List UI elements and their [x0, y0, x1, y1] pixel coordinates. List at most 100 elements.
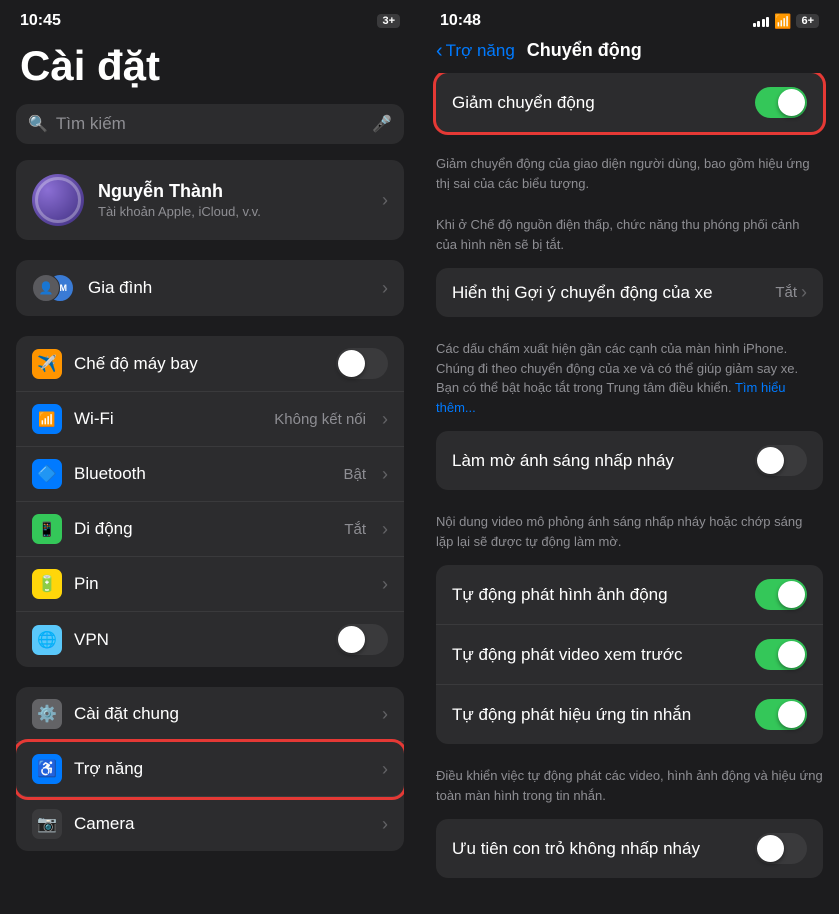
accessibility-chevron-icon: › [382, 759, 388, 780]
toggle-knob-cursor [757, 835, 784, 862]
auto-play-desc: Điều khiển việc tự động phát các video, … [420, 756, 839, 819]
motion-suggestions-row[interactable]: Hiển thị Gợi ý chuyển động của xe Tắt › [436, 268, 823, 317]
battery-badge-right: 6+ [796, 14, 819, 28]
reduce-motion-desc: Giảm chuyển động của giao diện người dùn… [420, 144, 839, 207]
status-bar-right: 10:48 📶 6+ [420, 0, 839, 34]
dim-flash-toggle[interactable] [755, 445, 807, 476]
mic-icon: 🎤 [372, 114, 392, 134]
cursor-toggle[interactable] [755, 833, 807, 864]
airplane-label: Chế độ máy bay [74, 354, 324, 374]
accessibility-icon: ♿ [32, 754, 62, 784]
general-chevron-icon: › [382, 704, 388, 725]
toggle-knob-ap3 [778, 701, 805, 728]
back-chevron-icon: ‹ [436, 41, 443, 61]
content-area: Giảm chuyển động Giảm chuyển động của gi… [420, 73, 839, 907]
cellular-icon: 📱 [32, 514, 62, 544]
auto-play-animated-row[interactable]: Tự động phát hình ảnh động [436, 565, 823, 625]
profile-chevron-icon: › [382, 190, 388, 211]
nav-title: Chuyển động [527, 40, 642, 61]
cellular-value: Tắt [344, 521, 366, 538]
avatar [32, 174, 84, 226]
auto-play-animated-toggle[interactable] [755, 579, 807, 610]
battery-badge-left: 3+ [377, 14, 400, 28]
status-icons-left: 3+ [377, 14, 400, 28]
family-chevron-icon: › [382, 278, 388, 299]
profile-sub: Tài khoản Apple, iCloud, v.v. [98, 204, 368, 219]
reduce-motion-row[interactable]: Giảm chuyển động [436, 73, 823, 132]
wifi-label: Wi-Fi [74, 409, 262, 429]
auto-play-video-label: Tự động phát video xem trước [452, 645, 755, 665]
family-avatars: 👤 AM [32, 272, 76, 304]
bluetooth-chevron-icon: › [382, 464, 388, 485]
left-panel: 10:45 3+ Cài đặt 🔍 Tìm kiếm 🎤 Nguyễn Thà… [0, 0, 420, 914]
settings-item-camera[interactable]: 📷 Camera › [16, 797, 404, 851]
time-right: 10:48 [440, 12, 481, 30]
auto-play-video-toggle[interactable] [755, 639, 807, 670]
back-button[interactable]: ‹ Trợ năng [436, 41, 515, 61]
bluetooth-icon: 🔷 [32, 459, 62, 489]
cursor-label: Ưu tiên con trỏ không nhấp nháy [452, 839, 755, 859]
auto-play-video-row[interactable]: Tự động phát video xem trước [436, 625, 823, 685]
settings-item-accessibility[interactable]: ♿ Trợ năng › [16, 742, 404, 797]
bluetooth-value: Bật [343, 466, 366, 483]
general-label: Cài đặt chung [74, 704, 370, 724]
settings-item-general[interactable]: ⚙️ Cài đặt chung › [16, 687, 404, 742]
toggle-knob-vpn [338, 626, 365, 653]
toggle-knob-ap2 [778, 641, 805, 668]
wifi-icon: 📶 [32, 404, 62, 434]
family-row[interactable]: 👤 AM Gia đình › [16, 260, 404, 316]
settings-item-bluetooth[interactable]: 🔷 Bluetooth Bật › [16, 447, 404, 502]
vpn-toggle[interactable] [336, 624, 388, 655]
right-panel: 10:48 📶 6+ ‹ Trợ năng Chuyển động Giảm c… [420, 0, 839, 914]
status-bar-left: 10:45 3+ [0, 0, 420, 34]
back-label: Trợ năng [446, 41, 515, 61]
family-label: Gia đình [88, 278, 370, 298]
wifi-status-icon: 📶 [774, 13, 791, 30]
motion-suggestions-label: Hiển thị Gợi ý chuyển động của xe [452, 283, 775, 303]
airplane-toggle[interactable] [336, 348, 388, 379]
settings-item-wifi[interactable]: 📶 Wi-Fi Không kết nối › [16, 392, 404, 447]
settings-item-battery[interactable]: 🔋 Pin › [16, 557, 404, 612]
reduce-motion-toggle[interactable] [755, 87, 807, 118]
dim-flash-card: Làm mờ ánh sáng nhấp nháy [436, 431, 823, 490]
motion-suggestions-chevron-icon: › [801, 282, 807, 303]
toggle-knob-reduce [778, 89, 805, 116]
time-left: 10:45 [20, 12, 61, 30]
search-icon: 🔍 [28, 114, 48, 134]
battery-label: Pin [74, 574, 370, 594]
vpn-icon: 🌐 [32, 625, 62, 655]
toggle-knob-dim [757, 447, 784, 474]
auto-play-animated-label: Tự động phát hình ảnh động [452, 585, 755, 605]
dim-flash-row[interactable]: Làm mờ ánh sáng nhấp nháy [436, 431, 823, 490]
cursor-card: Ưu tiên con trỏ không nhấp nháy [436, 819, 823, 878]
auto-play-card: Tự động phát hình ảnh động Tự động phát … [436, 565, 823, 744]
learn-more-link[interactable]: Tìm hiểu thêm... [436, 380, 786, 415]
cellular-label: Di động [74, 519, 332, 539]
auto-play-msg-label: Tự động phát hiệu ứng tin nhắn [452, 705, 755, 725]
vpn-label: VPN [74, 630, 324, 650]
accessibility-label: Trợ năng [74, 759, 370, 779]
cursor-row[interactable]: Ưu tiên con trỏ không nhấp nháy [436, 819, 823, 878]
camera-chevron-icon: › [382, 814, 388, 835]
reduce-motion-card: Giảm chuyển động [436, 73, 823, 132]
settings-item-vpn[interactable]: 🌐 VPN [16, 612, 404, 667]
signal-icon [753, 15, 770, 27]
profile-row[interactable]: Nguyễn Thành Tài khoản Apple, iCloud, v.… [16, 160, 404, 240]
search-bar[interactable]: 🔍 Tìm kiếm 🎤 [16, 104, 404, 144]
settings-item-cellular[interactable]: 📱 Di động Tắt › [16, 502, 404, 557]
settings-item-airplane[interactable]: ✈️ Chế độ máy bay [16, 336, 404, 392]
profile-section[interactable]: Nguyễn Thành Tài khoản Apple, iCloud, v.… [16, 160, 404, 240]
camera-label: Camera [74, 814, 370, 834]
auto-play-msg-toggle[interactable] [755, 699, 807, 730]
settings-group-2: ⚙️ Cài đặt chung › ♿ Trợ năng › 📷 Camera… [16, 687, 404, 851]
family-avatar-1: 👤 [32, 274, 60, 302]
toggle-knob [338, 350, 365, 377]
camera-icon: 📷 [32, 809, 62, 839]
dim-flash-desc: Nội dung video mô phỏng ánh sáng nhấp nh… [420, 502, 839, 565]
page-title: Cài đặt [0, 34, 420, 104]
profile-info: Nguyễn Thành Tài khoản Apple, iCloud, v.… [98, 181, 368, 219]
dim-flash-label: Làm mờ ánh sáng nhấp nháy [452, 451, 755, 471]
status-icons-right: 📶 6+ [753, 13, 819, 30]
battery-chevron-icon: › [382, 574, 388, 595]
auto-play-msg-row[interactable]: Tự động phát hiệu ứng tin nhắn [436, 685, 823, 744]
